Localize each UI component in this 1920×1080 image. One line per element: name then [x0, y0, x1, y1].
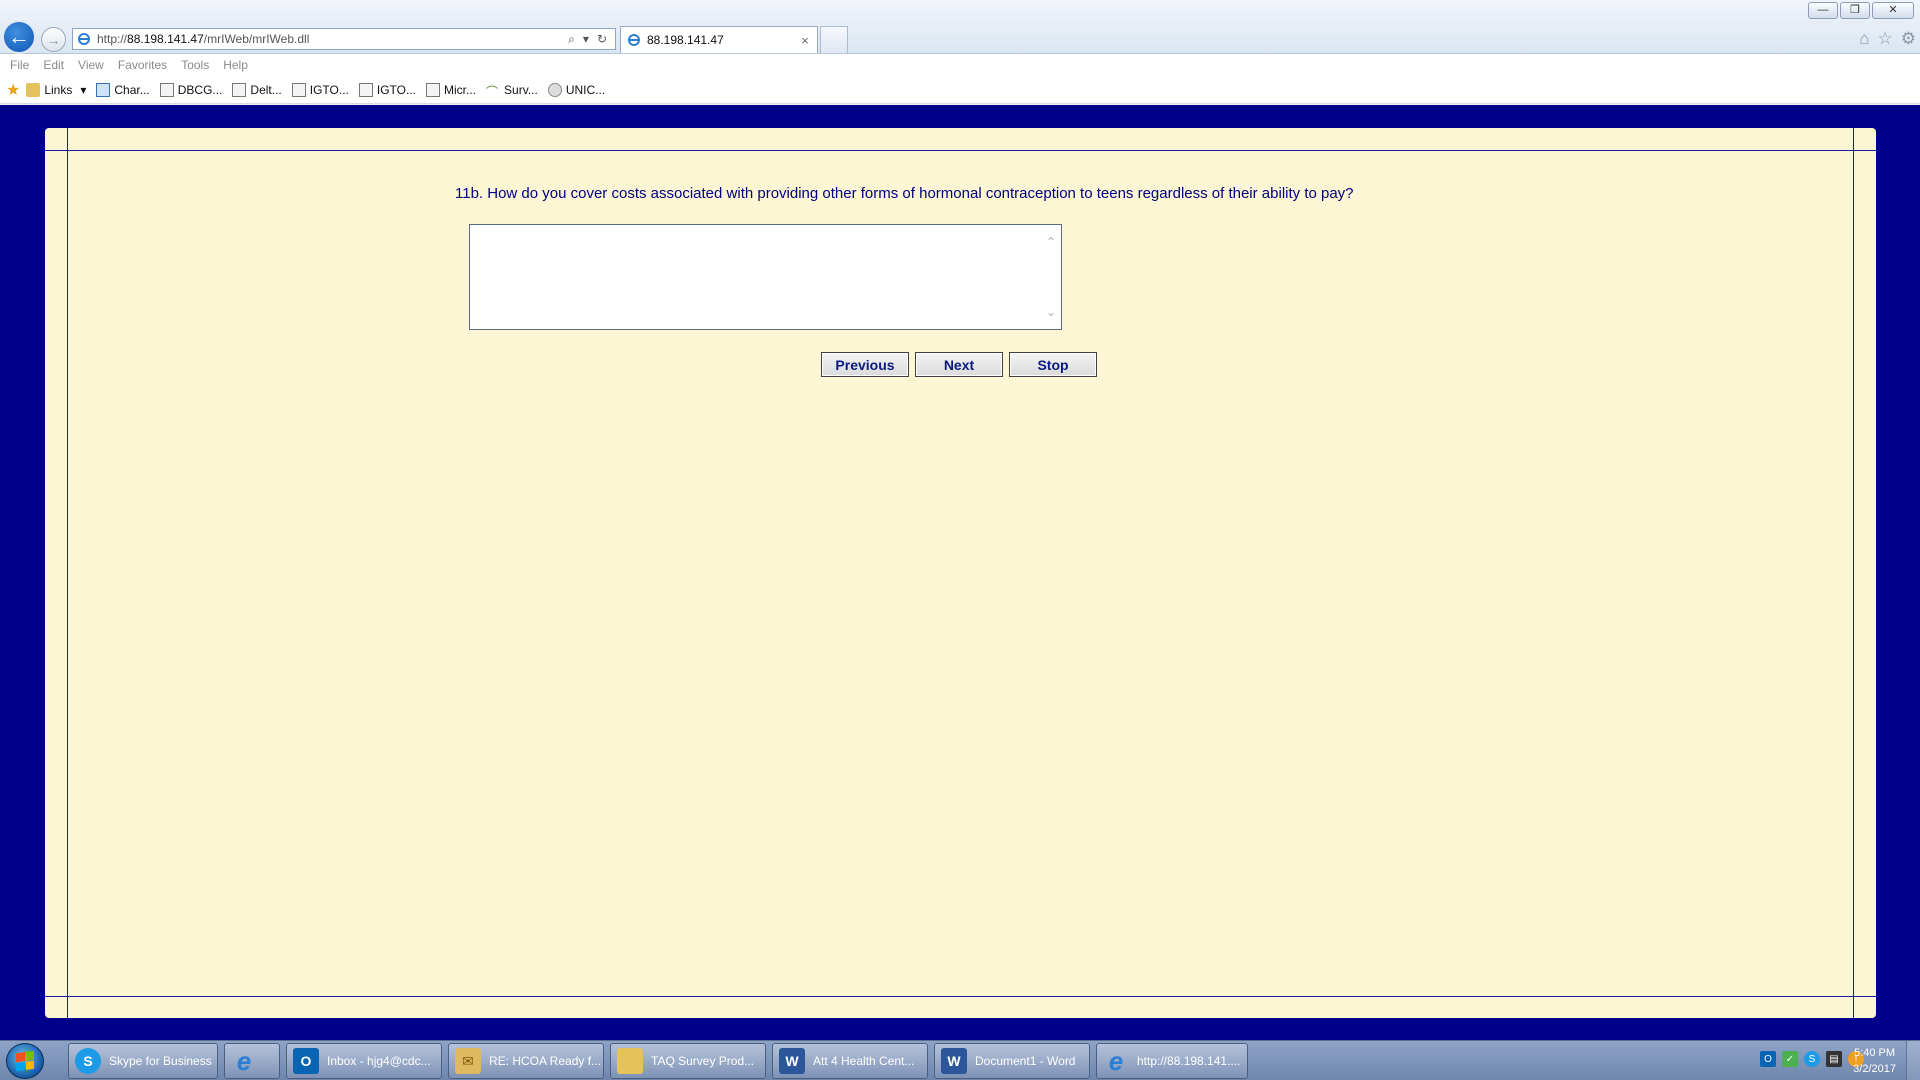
ie-page-icon — [78, 33, 90, 45]
browser-toolbar: — ❐ ✕ ← → http://88.198.141.47/mrIWeb/mr… — [0, 0, 1920, 54]
close-window-button[interactable]: ✕ — [1872, 2, 1914, 19]
tab-title: 88.198.141.47 — [647, 33, 724, 47]
internet-explorer-icon: e — [1108, 1045, 1124, 1076]
windows-logo-icon — [16, 1050, 34, 1072]
answer-textarea[interactable] — [469, 224, 1062, 330]
survey-icon: ⌒ — [486, 84, 499, 99]
page-icon — [291, 82, 306, 97]
refresh-icon[interactable]: ↻ — [597, 32, 607, 46]
stop-button[interactable]: Stop — [1009, 352, 1097, 377]
page-icon — [358, 82, 373, 97]
clock-time: 5:40 PM — [1854, 1047, 1896, 1059]
chevron-down-icon: ▾ — [80, 82, 87, 97]
menu-file[interactable]: File — [10, 58, 39, 72]
arrow-right-icon: → — [46, 31, 61, 48]
answer-scrollbar[interactable]: ⌃ ⌄ — [1041, 225, 1061, 329]
back-button[interactable]: ← — [2, 20, 36, 54]
chevron-up-icon[interactable]: ⌃ — [1046, 235, 1056, 249]
folder-icon — [26, 82, 41, 97]
favorite-item[interactable]: IGTO... — [358, 82, 416, 97]
window-controls: — ❐ ✕ — [1808, 2, 1914, 19]
favorite-item[interactable]: Delt... — [232, 82, 282, 97]
envelope-icon: ✉ — [455, 1048, 481, 1074]
favorite-item[interactable]: IGTO... — [291, 82, 349, 97]
frame-line — [67, 128, 68, 1018]
survey-panel: 11b. How do you cover costs associated w… — [45, 128, 1876, 1018]
favorite-item[interactable]: UNIC... — [547, 82, 605, 97]
gear-icon[interactable]: ⚙ — [1901, 29, 1916, 49]
skype-tray-icon[interactable]: S — [1804, 1051, 1820, 1067]
navigation-buttons: Previous Next Stop — [821, 352, 1097, 377]
close-tab-icon[interactable]: × — [797, 33, 813, 48]
outlook-icon: O — [293, 1048, 319, 1074]
taskbar-item-folder[interactable]: TAQ Survey Prod... — [610, 1043, 766, 1079]
menu-view[interactable]: View — [78, 58, 114, 72]
checkmark-tray-icon[interactable]: ✓ — [1782, 1051, 1798, 1067]
chevron-down-icon[interactable]: ▾ — [583, 32, 589, 46]
favorite-item[interactable]: Micr... — [426, 82, 476, 97]
home-icon[interactable]: ⌂ — [1859, 29, 1869, 49]
menu-favorites[interactable]: Favorites — [118, 58, 177, 72]
minimize-button[interactable]: — — [1808, 2, 1838, 19]
skype-icon: S — [75, 1048, 101, 1074]
forward-button[interactable]: → — [41, 27, 66, 52]
clock-date: 3/2/2017 — [1853, 1063, 1896, 1075]
word-icon: W — [941, 1048, 967, 1074]
page-icon — [232, 82, 247, 97]
taskbar-item-skype[interactable]: S Skype for Business — [68, 1043, 218, 1079]
menu-help[interactable]: Help — [223, 58, 258, 72]
restore-button[interactable]: ❐ — [1840, 2, 1870, 19]
taskbar-item-ie-window[interactable]: e http://88.198.141.... — [1096, 1043, 1248, 1079]
page-icon — [159, 82, 174, 97]
taskbar-item-ie[interactable]: e — [224, 1043, 280, 1079]
internet-explorer-icon: e — [236, 1045, 252, 1076]
favorites-links[interactable]: Links ▾ — [26, 82, 87, 97]
star-icon[interactable]: ☆ — [1878, 29, 1893, 49]
taskbar-item-outlook[interactable]: O Inbox - hjg4@cdc... — [286, 1043, 442, 1079]
show-desktop-button[interactable] — [1906, 1041, 1920, 1080]
favorite-item[interactable]: Char... — [96, 82, 150, 97]
favorite-item[interactable]: ⌒ Surv... — [486, 83, 538, 99]
ie-page-icon — [628, 34, 640, 46]
folder-icon — [617, 1048, 643, 1074]
address-url[interactable]: http://88.198.141.47/mrIWeb/mrIWeb.dll — [97, 32, 568, 46]
address-bar[interactable]: http://88.198.141.47/mrIWeb/mrIWeb.dll ⌕… — [72, 28, 616, 50]
taskbar-item-word-att4[interactable]: W Att 4 Health Cent... — [772, 1043, 928, 1079]
question-text: 11b. How do you cover costs associated w… — [455, 185, 1354, 202]
globe-icon — [547, 82, 562, 97]
start-button[interactable] — [6, 1043, 44, 1079]
browser-tab[interactable]: 88.198.141.47 × — [620, 26, 818, 53]
system-clock[interactable]: 5:40 PM 3/2/2017 — [1853, 1045, 1896, 1077]
taskbar-item-email[interactable]: ✉ RE: HCOA Ready f... — [448, 1043, 604, 1079]
page-icon — [96, 82, 111, 97]
frame-line — [45, 996, 1876, 997]
previous-button[interactable]: Previous — [821, 352, 909, 377]
menu-edit[interactable]: Edit — [43, 58, 74, 72]
page-icon — [426, 82, 441, 97]
outlook-tray-icon[interactable]: O — [1760, 1051, 1776, 1067]
favorite-item[interactable]: DBCG... — [159, 82, 222, 97]
menu-bar: File Edit View Favorites Tools Help — [0, 54, 1920, 76]
network-tray-icon[interactable]: ▤ — [1826, 1051, 1842, 1067]
arrow-left-icon: ← — [8, 24, 30, 49]
system-tray: O ✓ S ▤ ! — [1760, 1051, 1864, 1067]
search-icon[interactable]: ⌕ — [568, 32, 575, 47]
favorites-star-icon[interactable]: ★ — [6, 80, 20, 100]
frame-line — [45, 150, 1876, 151]
menu-tools[interactable]: Tools — [181, 58, 219, 72]
frame-line — [1853, 128, 1854, 1018]
next-button[interactable]: Next — [915, 352, 1003, 377]
taskbar: S Skype for Business e O Inbox - hjg4@cd… — [0, 1040, 1920, 1080]
favorites-bar: ★ Links ▾ Char... DBCG... Delt... IGTO..… — [0, 76, 1920, 104]
new-tab-button[interactable] — [820, 26, 848, 53]
chevron-down-icon[interactable]: ⌄ — [1046, 305, 1056, 319]
word-icon: W — [779, 1048, 805, 1074]
taskbar-item-word-document1[interactable]: W Document1 - Word — [934, 1043, 1090, 1079]
page-viewport: 11b. How do you cover costs associated w… — [0, 105, 1920, 1040]
